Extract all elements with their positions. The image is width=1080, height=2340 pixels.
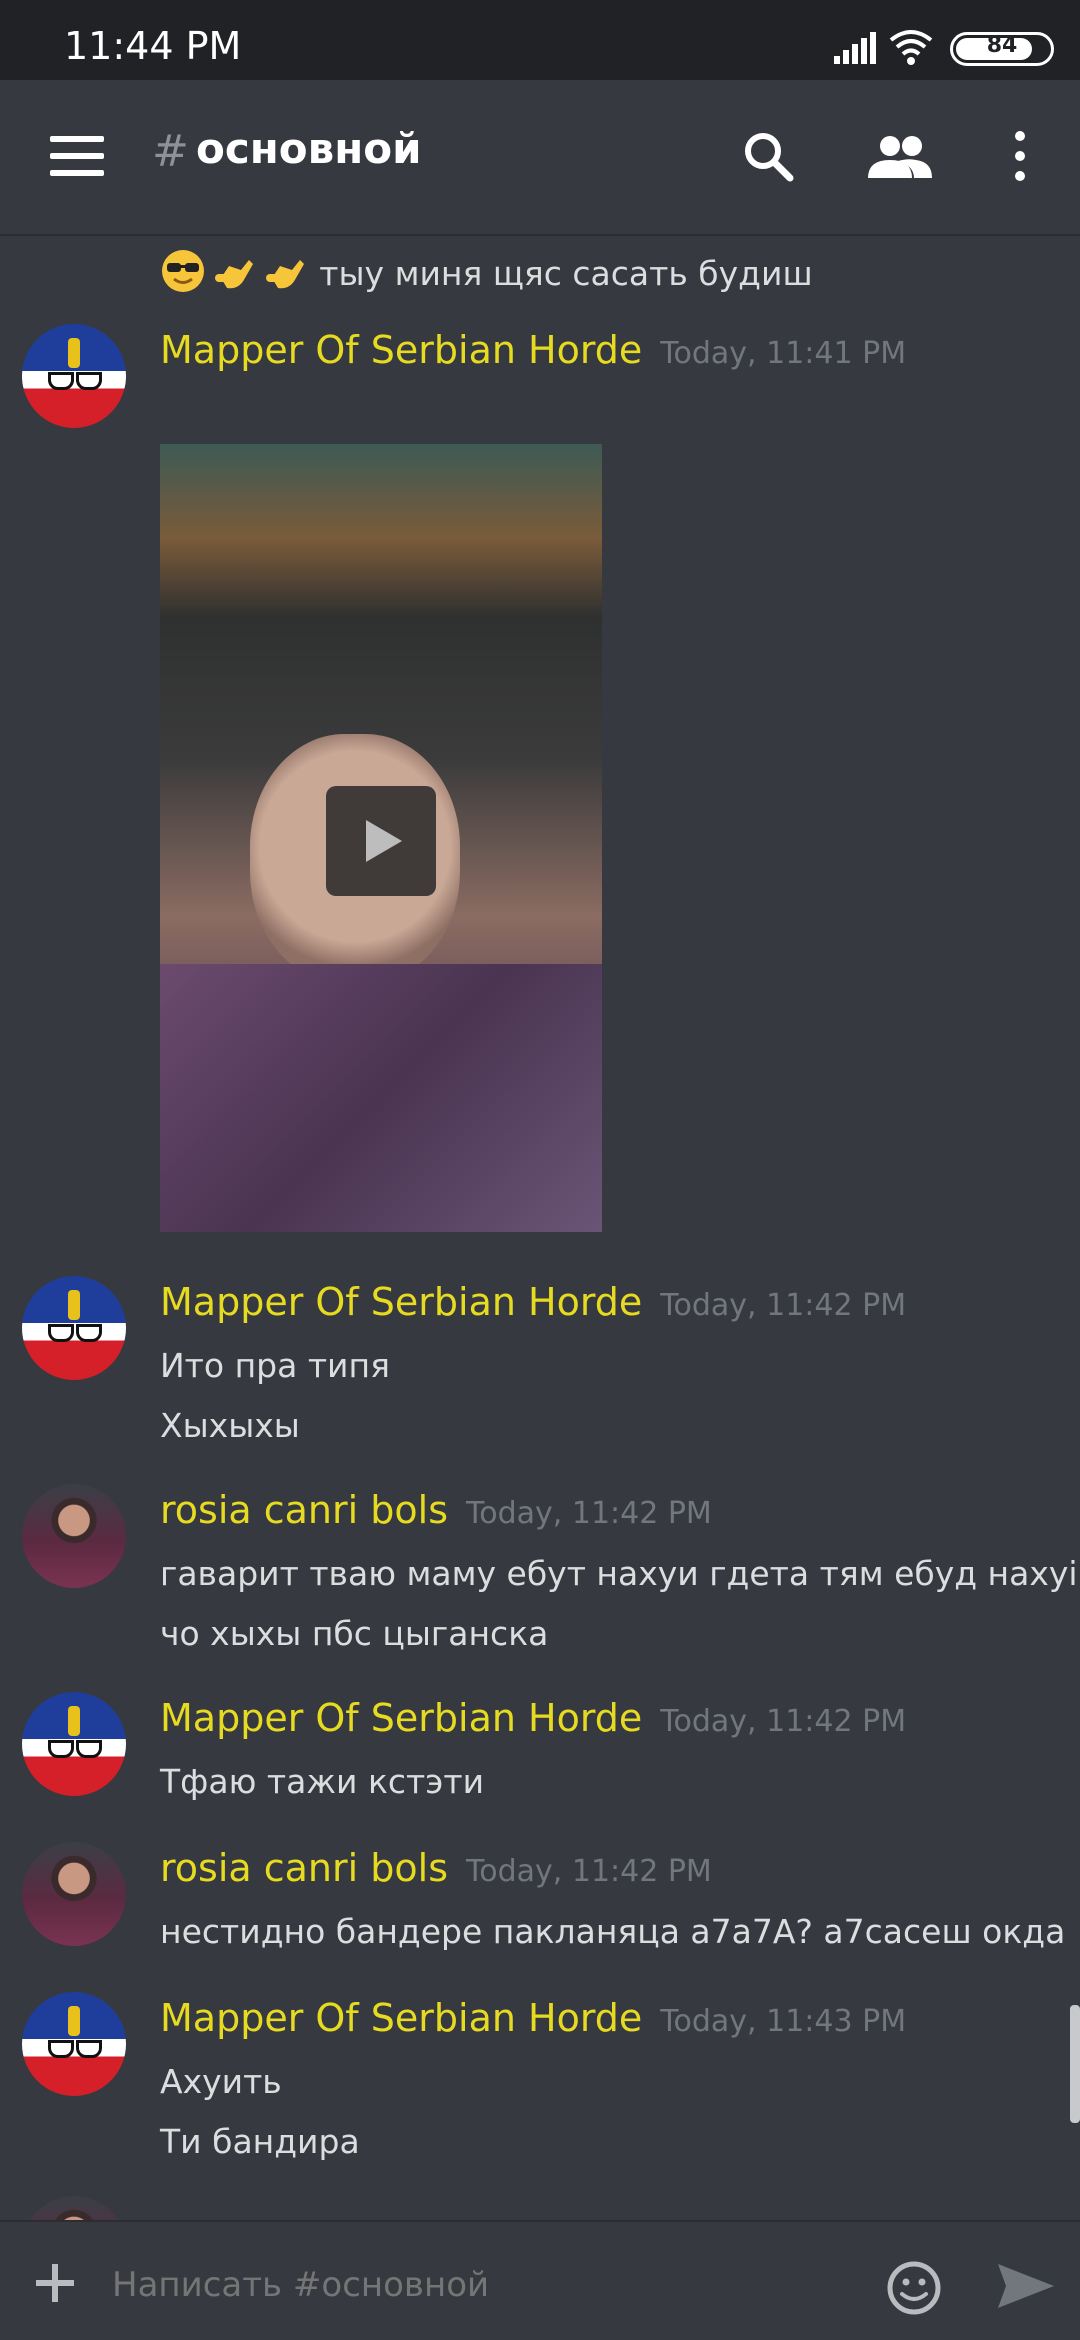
message-author[interactable]: Mapper Of Serbian Horde Today, 11:43 PM — [160, 1996, 906, 2040]
signal-icon — [834, 32, 876, 64]
plus-icon[interactable] — [34, 2262, 76, 2304]
message-text: тыу миня щяс сасать будиш — [319, 253, 813, 293]
message-author[interactable]: Mapper Of Serbian Horde Today, 11:41 PM — [160, 328, 906, 372]
search-icon[interactable] — [742, 130, 794, 182]
video-attachment[interactable] — [160, 444, 602, 1232]
battery-icon: 84 — [950, 32, 1054, 66]
author-name[interactable]: Mapper Of Serbian Horde — [160, 1996, 642, 2040]
avatar[interactable] — [22, 2196, 126, 2220]
author-name[interactable]: Mapper Of Serbian Horde — [160, 328, 642, 372]
message-text: Тфаю тажи кстэти — [160, 1762, 485, 1801]
menu-icon[interactable] — [50, 136, 104, 176]
message-input[interactable] — [110, 2256, 854, 2314]
message-timestamp: Today, 11:42 PM — [466, 1854, 712, 1889]
status-bar: 11:44 PM 84 — [0, 0, 1080, 80]
message-text: Ахуить — [160, 2062, 282, 2101]
members-icon[interactable] — [868, 134, 932, 178]
play-button[interactable] — [326, 786, 436, 896]
battery-level: 84 — [986, 33, 1018, 58]
call-me-hand-emoji — [262, 248, 308, 298]
avatar[interactable] — [22, 1692, 126, 1796]
message-author[interactable]: rosia canri bols Today, 11:42 PM — [160, 1846, 712, 1890]
play-icon — [366, 820, 402, 862]
call-me-hand-emoji — [211, 248, 257, 298]
author-name[interactable]: Mapper Of Serbian Horde — [160, 1696, 642, 1740]
message-text: Ито пра типя — [160, 1346, 390, 1385]
message-author[interactable]: rosia canri bols Today, 11:42 PM — [160, 1488, 712, 1532]
message-timestamp: Today, 11:42 PM — [660, 1704, 907, 1739]
message-timestamp: Today, 11:43 PM — [660, 2004, 907, 2039]
status-time: 11:44 PM — [64, 24, 242, 68]
send-icon[interactable] — [996, 2262, 1056, 2310]
channel-header: # основной — [0, 80, 1080, 236]
sunglasses-emoji — [160, 248, 206, 298]
message-text: Ти бандира — [160, 2122, 360, 2161]
message-composer — [0, 2220, 1080, 2340]
message-timestamp: Today, 11:42 PM — [660, 1288, 907, 1323]
message-author[interactable]: Mapper Of Serbian Horde Today, 11:42 PM — [160, 1280, 906, 1324]
avatar[interactable] — [22, 1992, 126, 2096]
message-list[interactable]: тыу миня щяс сасать будиш Mapper Of Serb… — [0, 236, 1080, 2220]
channel-hash: # — [152, 126, 189, 177]
message-timestamp: Today, 11:42 PM — [466, 1496, 712, 1531]
emoji-icon[interactable] — [886, 2260, 942, 2316]
author-name[interactable]: rosia canri bols — [160, 1488, 448, 1532]
avatar[interactable] — [22, 324, 126, 428]
message-text: Хыхыхы — [160, 1406, 300, 1445]
message-timestamp: Today, 11:41 PM — [660, 336, 907, 371]
author-name[interactable]: rosia canri bols — [160, 1846, 448, 1890]
channel-title: основной — [196, 124, 422, 173]
avatar[interactable] — [22, 1276, 126, 1380]
author-name[interactable]: Mapper Of Serbian Horde — [160, 1280, 642, 1324]
avatar[interactable] — [22, 1484, 126, 1588]
message-text: нестидно бандере пакланяца а7а7А? а7сасе… — [160, 1912, 1066, 1951]
message-continuation: тыу миня щяс сасать будиш — [160, 248, 813, 298]
message-text: чо хыхы пбс цыганска — [160, 1614, 549, 1653]
message-author[interactable]: Mapper Of Serbian Horde Today, 11:42 PM — [160, 1696, 906, 1740]
scrollbar[interactable] — [1070, 2005, 1080, 2123]
wifi-icon — [889, 30, 933, 65]
message-text: гаварит тваю маму ебут нахуи гдета тям е… — [160, 1554, 1078, 1593]
more-icon[interactable] — [1008, 130, 1032, 182]
avatar[interactable] — [22, 1842, 126, 1946]
